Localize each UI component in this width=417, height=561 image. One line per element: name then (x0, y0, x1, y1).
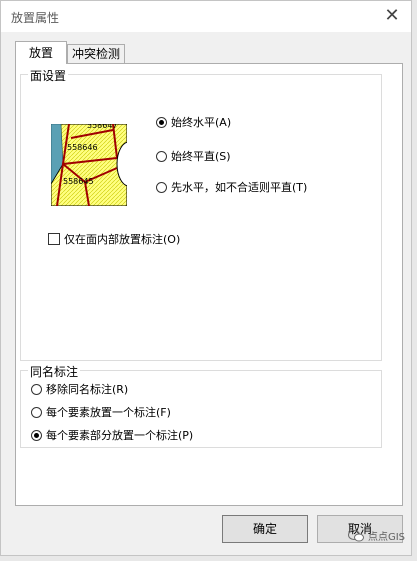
ok-button[interactable]: 确定 (222, 515, 308, 543)
background-window (412, 0, 417, 561)
radio-label: 每个要素放置一个标注(F) (46, 406, 171, 419)
radio-indicator[interactable] (156, 181, 167, 193)
radio-indicator[interactable] (156, 116, 167, 128)
same-name-group: 同名标注 移除同名标注(R) 每个要素放置一个标注(F) 每个要素部分放置一个标… (20, 363, 382, 448)
checkbox-indicator[interactable] (48, 233, 60, 245)
radio-label: 先水平，如不合适则平直(T) (171, 181, 308, 194)
radio-one-per-feature[interactable]: 每个要素放置一个标注(F) (31, 404, 171, 420)
dialog-title: 放置属性 (11, 11, 60, 25)
radio-indicator[interactable] (31, 383, 42, 395)
checkbox-label: 仅在面内部放置标注(O) (64, 233, 181, 246)
radio-indicator[interactable] (31, 429, 42, 441)
tab-panel: 面设置 558647 558646 558645 始终水平(A) 始终平直(S)… (15, 63, 403, 506)
tab-conflict-detection[interactable]: 冲突检测 (67, 44, 125, 64)
tab-placement[interactable]: 放置 (15, 41, 67, 64)
radio-indicator[interactable] (31, 406, 42, 418)
preview-label: 558647 (87, 124, 118, 130)
title-bar: 放置属性 ✕ (1, 1, 411, 32)
same-name-legend: 同名标注 (28, 363, 81, 380)
placement-properties-dialog: 放置属性 ✕ 放置 冲突检测 面设置 558647 558646 558645 … (0, 0, 412, 556)
radio-label: 移除同名标注(R) (46, 383, 129, 396)
close-icon[interactable]: ✕ (379, 4, 405, 28)
area-settings-legend: 面设置 (28, 67, 69, 84)
radio-label: 始终平直(S) (171, 150, 231, 163)
tab-label: 放置 (28, 46, 53, 60)
radio-label: 始终水平(A) (171, 116, 232, 129)
watermark: 点点GIS (347, 528, 405, 543)
preview-label: 558646 (67, 143, 98, 152)
radio-always-horizontal[interactable]: 始终水平(A) (156, 114, 231, 130)
area-settings-group: 面设置 558647 558646 558645 始终水平(A) 始终平直(S)… (20, 67, 382, 361)
preview-label: 558645 (63, 177, 94, 186)
polygon-preview-svg: 558647 558646 558645 (50, 121, 142, 207)
radio-horizontal-then-straight[interactable]: 先水平，如不合适则平直(T) (156, 179, 307, 195)
radio-label: 每个要素部分放置一个标注(P) (46, 429, 194, 442)
radio-always-straight[interactable]: 始终平直(S) (156, 148, 231, 164)
tab-label: 冲突检测 (71, 47, 120, 61)
checkbox-inside-only[interactable]: 仅在面内部放置标注(O) (48, 231, 180, 247)
radio-indicator[interactable] (156, 150, 167, 162)
background-window-bottom (0, 556, 417, 561)
radio-one-per-feature-part[interactable]: 每个要素部分放置一个标注(P) (31, 427, 193, 443)
polygon-preview-image: 558647 558646 558645 (50, 121, 142, 207)
radio-remove-duplicates[interactable]: 移除同名标注(R) (31, 381, 128, 397)
wechat-icon (347, 529, 364, 541)
watermark-text: 点点GIS (367, 532, 405, 543)
